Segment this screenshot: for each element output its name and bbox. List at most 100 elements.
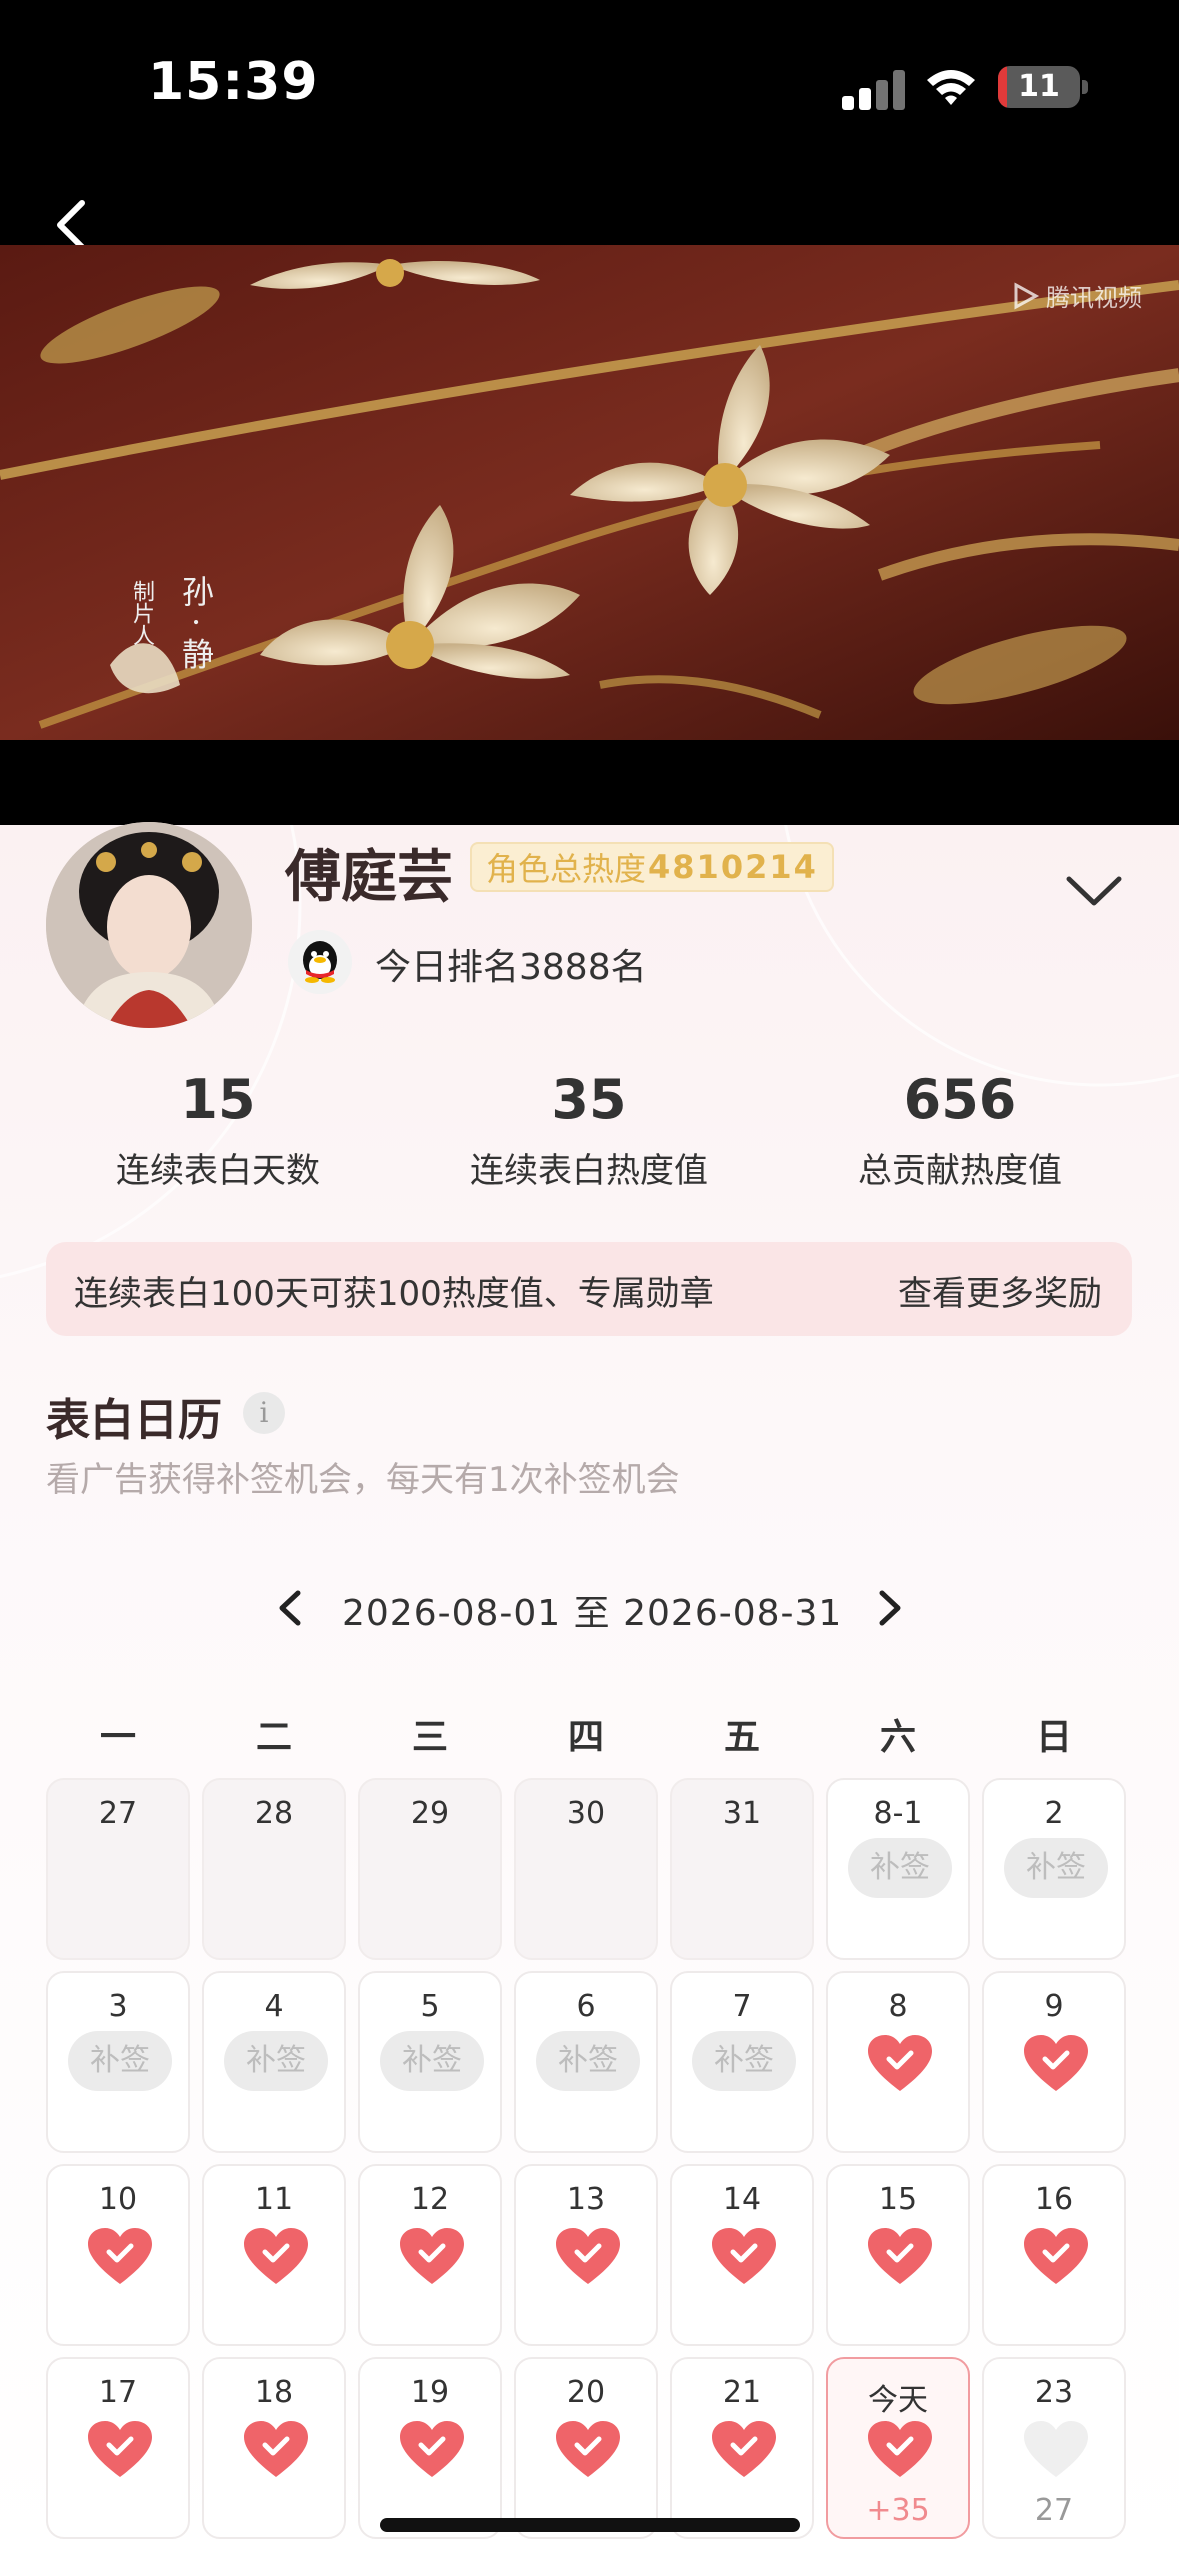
- day-number: 10: [98, 2182, 138, 2217]
- day-number: 29: [410, 1796, 450, 1831]
- previous-month-icon[interactable]: [270, 1585, 310, 1631]
- calendar-title: 表白日历: [46, 1395, 222, 1446]
- calendar-day[interactable]: 8: [826, 1971, 970, 2153]
- day-number: 31: [722, 1796, 762, 1831]
- day-number: 17: [98, 2375, 138, 2410]
- heart-check-icon: [868, 2035, 932, 2091]
- calendar-day[interactable]: 5 补签: [358, 1971, 502, 2153]
- calendar-day[interactable]: 20: [514, 2357, 658, 2539]
- day-number: 今天: [868, 2383, 928, 2418]
- weekday-label: 四: [567, 1717, 604, 1758]
- credit-name: 孙·静: [177, 575, 215, 680]
- calendar-subtitle: 看广告获得补签机会，每天有1次补签机会: [46, 1460, 680, 1500]
- makeup-checkin-button[interactable]: 补签: [68, 2031, 172, 2091]
- day-number: 15: [878, 2182, 918, 2217]
- today-bonus: +35: [866, 2493, 930, 2528]
- calendar-day[interactable]: 14: [670, 2164, 814, 2346]
- makeup-checkin-button[interactable]: 补签: [692, 2031, 796, 2091]
- heart-check-icon: [712, 2421, 776, 2477]
- calendar-day-today[interactable]: 今天 +35: [826, 2357, 970, 2539]
- calendar-day[interactable]: 15: [826, 2164, 970, 2346]
- weekday-label: 六: [879, 1717, 916, 1758]
- day-number: 2: [1044, 1796, 1064, 1831]
- heart-check-icon: [868, 2421, 932, 2477]
- calendar-day[interactable]: 11: [202, 2164, 346, 2346]
- heart-check-icon: [400, 2228, 464, 2284]
- heart-check-icon: [400, 2421, 464, 2477]
- video-watermark: 腾讯视频: [1010, 278, 1142, 313]
- day-number: 23: [1034, 2375, 1074, 2410]
- day-number: 5: [420, 1989, 440, 2024]
- heart-check-icon: [868, 2228, 932, 2284]
- calendar-day[interactable]: 19: [358, 2357, 502, 2539]
- stat-total-heat: 656 总贡献热度值: [800, 1068, 1120, 1192]
- reward-banner: 连续表白100天可获100热度值、专属勋章 查看更多奖励: [46, 1242, 1132, 1336]
- calendar-day[interactable]: 4 补签: [202, 1971, 346, 2153]
- day-number: 7: [732, 1989, 752, 2024]
- heart-check-icon: [1024, 2228, 1088, 2284]
- stat-label: 连续表白热度值: [470, 1151, 708, 1191]
- makeup-checkin-button[interactable]: 补签: [848, 1838, 952, 1898]
- stat-value: 15: [180, 1068, 256, 1131]
- calendar-day: 30: [514, 1778, 658, 1960]
- qq-penguin-icon: [288, 930, 352, 994]
- total-heat-badge: 角色总热度 4810214: [470, 842, 834, 892]
- stat-consecutive-days: 15 连续表白天数: [58, 1068, 378, 1192]
- calendar-day[interactable]: 23 27: [982, 2357, 1126, 2539]
- stat-value: 35: [551, 1068, 627, 1131]
- day-number: 8-1: [873, 1796, 923, 1831]
- day-number: 20: [566, 2375, 606, 2410]
- day-number: 27: [98, 1796, 138, 1831]
- heart-check-icon: [1024, 2035, 1088, 2091]
- chevron-down-icon[interactable]: [1065, 873, 1123, 909]
- today-rank: 今日排名3888名: [375, 947, 647, 988]
- calendar-day[interactable]: 17: [46, 2357, 190, 2539]
- battery-label: 11: [1018, 69, 1060, 104]
- battery-icon: 11: [998, 66, 1080, 108]
- status-time: 15:39: [148, 52, 319, 112]
- wifi-icon: [927, 70, 975, 105]
- play-logo-icon: [1014, 281, 1040, 310]
- day-number: 19: [410, 2375, 450, 2410]
- makeup-checkin-button[interactable]: 补签: [536, 2031, 640, 2091]
- calendar-day[interactable]: 10: [46, 2164, 190, 2346]
- day-number: 14: [722, 2182, 762, 2217]
- calendar-day[interactable]: 6 补签: [514, 1971, 658, 2153]
- next-month-icon[interactable]: [870, 1585, 910, 1631]
- character-name: 傅庭芸: [285, 845, 453, 910]
- makeup-checkin-button[interactable]: 补签: [380, 2031, 484, 2091]
- makeup-checkin-button[interactable]: 补签: [1004, 1838, 1108, 1898]
- heart-empty-icon: [1024, 2421, 1088, 2477]
- calendar-day[interactable]: 3 补签: [46, 1971, 190, 2153]
- calendar-day[interactable]: 21: [670, 2357, 814, 2539]
- watermark-text: 腾讯视频: [1046, 284, 1142, 312]
- heart-check-icon: [88, 2421, 152, 2477]
- battery-tip: [1082, 80, 1088, 94]
- weekday-label: 日: [1035, 1717, 1072, 1758]
- stat-consecutive-heat: 35 连续表白热度值: [429, 1068, 749, 1192]
- calendar-day[interactable]: 2 补签: [982, 1778, 1126, 1960]
- more-rewards-link[interactable]: 查看更多奖励: [898, 1266, 1102, 1315]
- heat-label: 角色总热度: [486, 850, 647, 888]
- calendar-day[interactable]: 9: [982, 1971, 1126, 2153]
- calendar-day[interactable]: 12: [358, 2164, 502, 2346]
- day-number: 12: [410, 2182, 450, 2217]
- calendar-day[interactable]: 13: [514, 2164, 658, 2346]
- weekday-label: 二: [255, 1717, 292, 1758]
- day-number: 16: [1034, 2182, 1074, 2217]
- heart-check-icon: [712, 2228, 776, 2284]
- cellular-signal-icon: [842, 70, 906, 110]
- calendar-day[interactable]: 7 补签: [670, 1971, 814, 2153]
- day-number: 3: [108, 1989, 128, 2024]
- calendar-day[interactable]: 8-1 补签: [826, 1778, 970, 1960]
- calendar-day[interactable]: 16: [982, 2164, 1126, 2346]
- stat-value: 656: [903, 1068, 1017, 1131]
- info-icon[interactable]: i: [243, 1392, 285, 1434]
- calendar-day[interactable]: 18: [202, 2357, 346, 2539]
- heart-check-icon: [556, 2421, 620, 2477]
- credit-role: 制片人: [129, 580, 154, 646]
- calendar-day: 28: [202, 1778, 346, 1960]
- day-number: 21: [722, 2375, 762, 2410]
- makeup-checkin-button[interactable]: 补签: [224, 2031, 328, 2091]
- character-avatar[interactable]: [46, 822, 252, 1028]
